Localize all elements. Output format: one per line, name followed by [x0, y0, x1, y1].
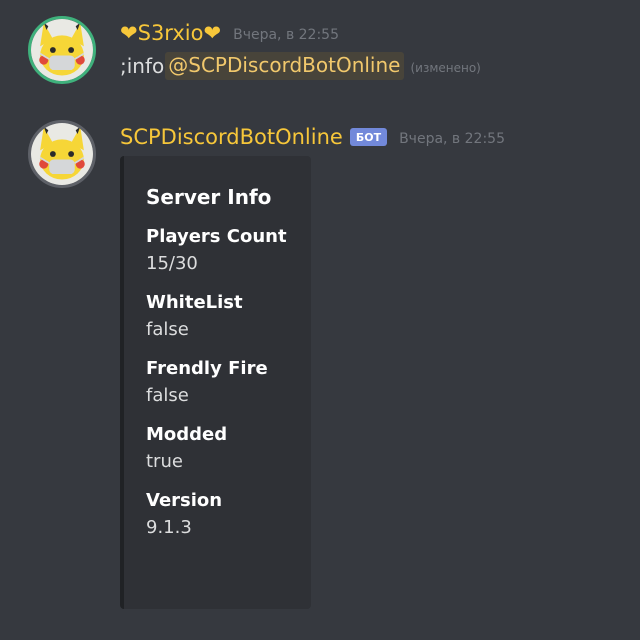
embed-field: WhiteList false [146, 291, 311, 345]
embed-field-name: Version [146, 490, 223, 511]
pikachu-mask-avatar-icon [31, 19, 93, 81]
embed-field-value: false [146, 385, 189, 406]
embed-field-value: true [146, 451, 183, 472]
embed-field-name: WhiteList [146, 292, 243, 313]
embed-field-value: false [146, 319, 189, 340]
embed-field: Modded true [146, 423, 311, 477]
message-timestamp[interactable]: Вчера, в 22:55 [399, 128, 505, 147]
username[interactable]: SCPDiscordBotOnline [120, 125, 343, 149]
embed-field-value: 9.1.3 [146, 517, 192, 538]
bot-badge: БОТ [349, 128, 388, 146]
embed-field: Players Count 15/30 [146, 225, 311, 279]
embed-field: Frendly Fire false [146, 357, 311, 411]
embed: Server Info Players Count 15/30 WhiteLis… [120, 156, 311, 609]
username[interactable]: S3rxio [138, 21, 204, 45]
heart-icon: ❤ [203, 21, 222, 45]
embed-field: Version 9.1.3 [146, 489, 311, 543]
message-content: ;info @SCPDiscordBotOnline (изменено) [120, 52, 481, 80]
embed-title: Server Info [146, 185, 272, 209]
chat-messages: ❤ S3rxio ❤ Вчера, в 22:55 ;info @SCPDisc… [0, 0, 640, 640]
embed-field-name: Players Count [146, 226, 287, 247]
pikachu-mask-avatar-icon [31, 123, 93, 185]
user-mention[interactable]: @SCPDiscordBotOnline [165, 52, 405, 80]
embed-field-name: Modded [146, 424, 228, 445]
heart-icon: ❤ [120, 21, 138, 45]
embed-field-name: Frendly Fire [146, 358, 268, 379]
message-timestamp[interactable]: Вчера, в 22:55 [233, 24, 339, 43]
message-text: ;info [120, 54, 165, 78]
bot-avatar[interactable] [28, 120, 96, 188]
edited-label: (изменено) [410, 61, 481, 75]
message-header: SCPDiscordBotOnline БОТ Вчера, в 22:55 [120, 122, 505, 152]
message-header: ❤ S3rxio ❤ Вчера, в 22:55 [120, 18, 339, 48]
user-avatar[interactable] [28, 16, 96, 84]
embed-field-value: 15/30 [146, 253, 198, 274]
